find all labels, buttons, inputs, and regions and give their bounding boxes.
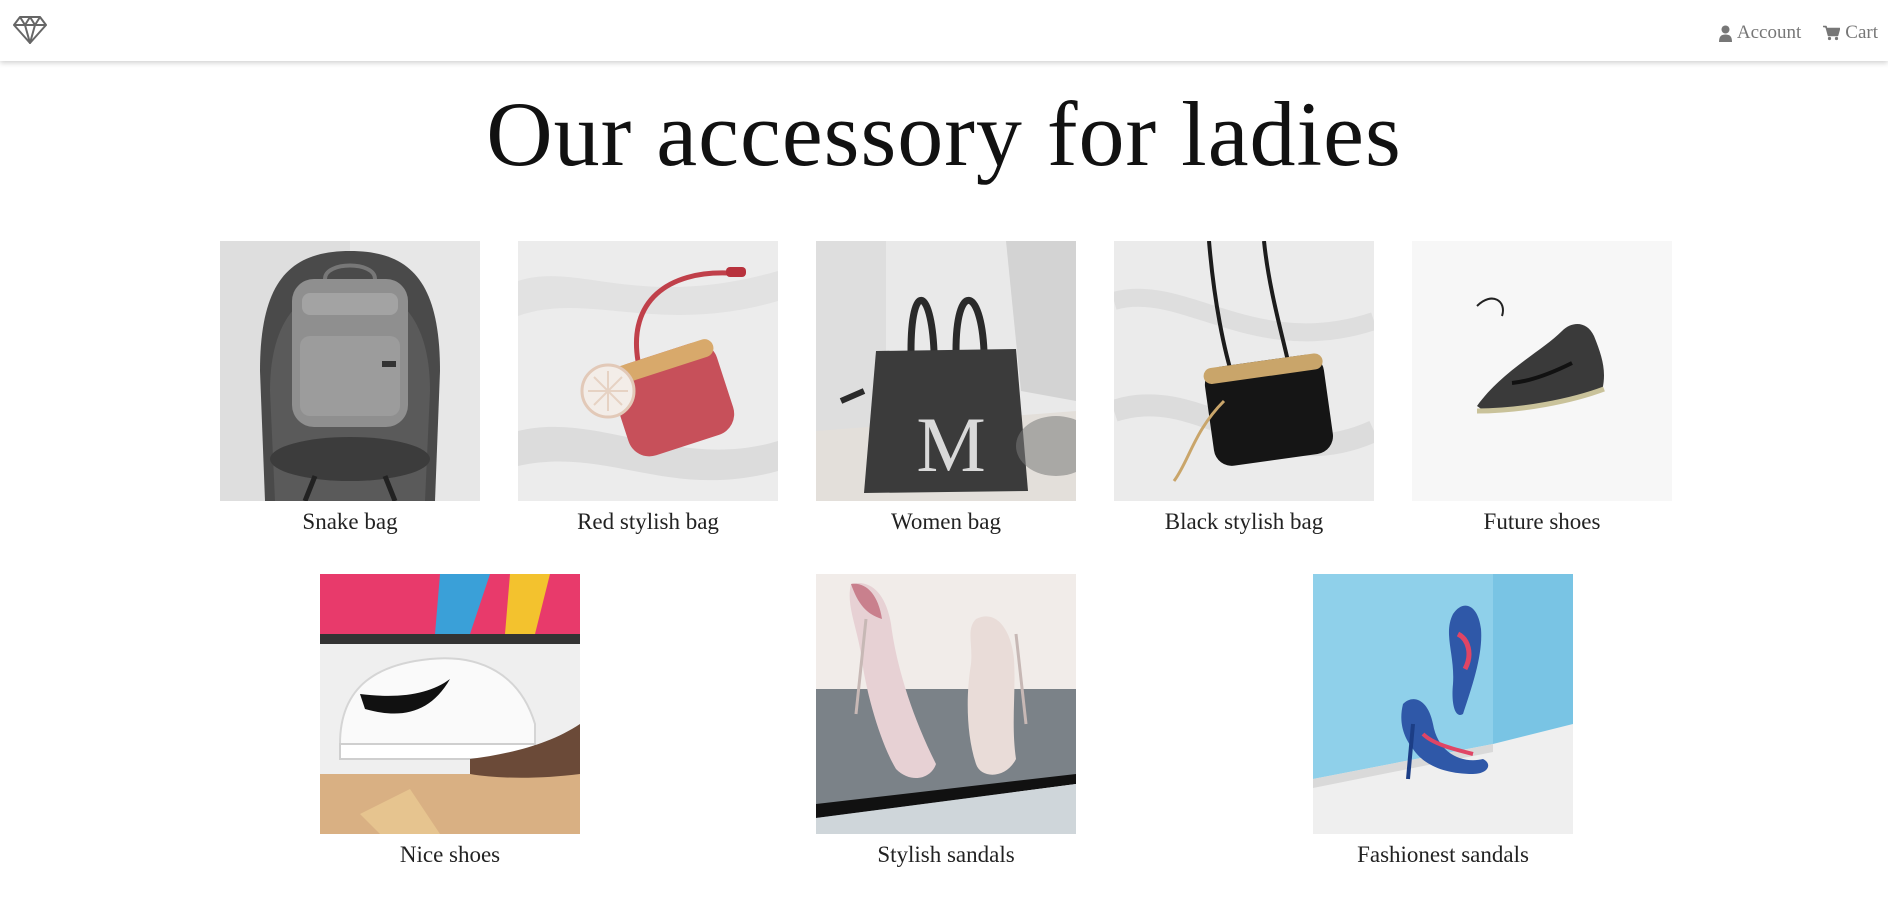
product-card-fashionest-sandals[interactable]: Fashionest sandals	[1313, 574, 1573, 870]
product-card-women-bag[interactable]: M Women bag	[816, 241, 1076, 537]
product-image[interactable]: M	[816, 241, 1076, 501]
product-card-stylish-sandals[interactable]: Stylish sandals	[816, 574, 1076, 870]
product-card-snake-bag[interactable]: Snake bag	[220, 241, 480, 537]
svg-text:M: M	[916, 401, 985, 488]
product-name[interactable]: Fashionest sandals	[1313, 840, 1573, 870]
account-link[interactable]: Account	[1718, 22, 1802, 44]
product-name[interactable]: Future shoes	[1412, 507, 1672, 537]
product-name[interactable]: Nice shoes	[320, 840, 580, 870]
product-image[interactable]	[320, 574, 580, 834]
product-image[interactable]	[1412, 241, 1672, 501]
product-name[interactable]: Red stylish bag	[518, 507, 778, 537]
product-name[interactable]: Black stylish bag	[1114, 507, 1374, 537]
product-card-future-shoes[interactable]: Future shoes	[1412, 241, 1672, 537]
top-navbar: Account Cart	[0, 0, 1888, 61]
product-image[interactable]	[220, 241, 480, 501]
product-name[interactable]: Snake bag	[220, 507, 480, 537]
product-image[interactable]	[1114, 241, 1374, 501]
cart-link[interactable]: Cart	[1823, 22, 1878, 44]
account-label: Account	[1736, 22, 1802, 43]
cart-label: Cart	[1845, 22, 1878, 43]
product-image[interactable]	[816, 574, 1076, 834]
product-image[interactable]	[518, 241, 778, 501]
product-card-nice-shoes[interactable]: Nice shoes	[320, 574, 580, 870]
cart-icon	[1823, 25, 1841, 41]
product-name[interactable]: Stylish sandals	[816, 840, 1076, 870]
product-card-red-stylish-bag[interactable]: Red stylish bag	[518, 241, 778, 537]
product-card-black-stylish-bag[interactable]: Black stylish bag	[1114, 241, 1374, 537]
product-name[interactable]: Women bag	[816, 507, 1076, 537]
header-nav: Account Cart	[1718, 22, 1878, 44]
page-title: Our accessory for ladies	[486, 83, 1402, 185]
user-icon	[1718, 25, 1732, 42]
diamond-icon[interactable]	[13, 15, 47, 45]
product-image[interactable]	[1313, 574, 1573, 834]
